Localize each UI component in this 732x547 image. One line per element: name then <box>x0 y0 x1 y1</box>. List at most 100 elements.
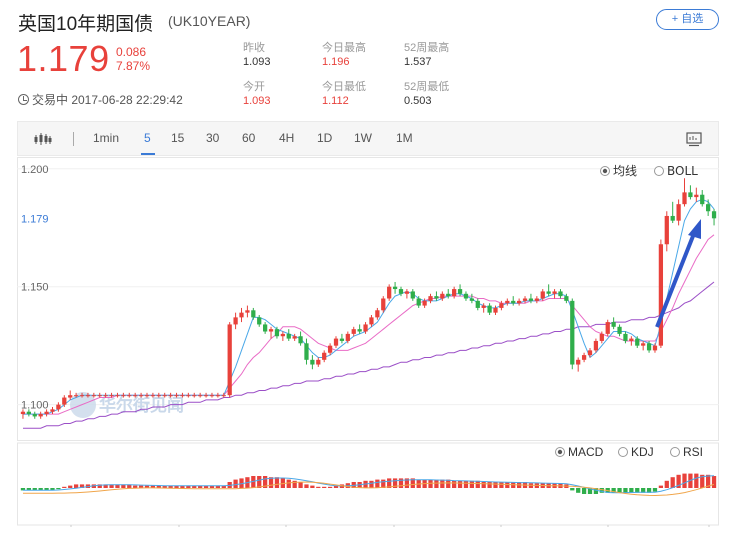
candle <box>641 340 646 351</box>
radio-dot-icon <box>557 449 563 455</box>
candle-body <box>646 343 652 351</box>
candle-body <box>56 404 61 410</box>
candle-body <box>682 192 687 205</box>
candle <box>428 293 433 304</box>
indicator-option-kdj[interactable]: KDJ <box>618 445 654 459</box>
candle-body <box>227 324 232 396</box>
macd-bar <box>711 476 717 488</box>
macd-bar <box>682 473 687 488</box>
candle <box>322 350 327 363</box>
instrument-code: (UK10YEAR) <box>168 13 251 29</box>
last-price: 1.179 <box>17 38 110 79</box>
candle-body <box>475 300 480 308</box>
candle <box>257 315 262 327</box>
candle-body <box>310 359 315 365</box>
macd-bar <box>298 482 303 488</box>
candle-body <box>676 204 681 221</box>
candle-body <box>599 333 604 341</box>
candle <box>68 390 73 400</box>
toolbar-divider <box>73 132 74 146</box>
period-tab-30[interactable]: 30 <box>206 131 219 145</box>
stat-value: 1.093 <box>243 95 271 107</box>
overlay-option-boll[interactable]: BOLL <box>654 164 699 178</box>
macd-bar <box>62 486 67 488</box>
period-tab-4h[interactable]: 4H <box>279 131 294 145</box>
candle-body <box>487 305 492 313</box>
candle <box>298 331 303 346</box>
period-tab-1min[interactable]: 1min <box>93 131 119 145</box>
indicator-option-macd[interactable]: MACD <box>555 445 604 459</box>
y-tick-label: 1.200 <box>21 164 49 176</box>
candle-body <box>115 395 120 397</box>
stat-open: 今开 1.093 <box>243 80 271 108</box>
overlay-option-label: BOLL <box>667 164 698 178</box>
price-change-pct: 7.87% <box>116 59 151 73</box>
radio-dot-icon <box>602 168 608 174</box>
candle-body <box>156 395 161 397</box>
candle <box>605 319 610 337</box>
macd-bar <box>475 480 480 488</box>
candle-body <box>103 395 108 397</box>
period-tab-1w[interactable]: 1W <box>354 131 372 145</box>
candle <box>452 286 457 299</box>
candle-body <box>593 340 599 351</box>
stat-value: 1.093 <box>243 56 271 68</box>
candle-body <box>304 343 309 360</box>
period-tab-60[interactable]: 60 <box>242 131 255 145</box>
candle-body <box>511 300 516 304</box>
candle-body <box>79 395 85 397</box>
candle-body <box>398 289 404 294</box>
candle <box>682 178 687 207</box>
candle-body <box>499 303 504 308</box>
candle <box>558 289 563 299</box>
period-tab-15[interactable]: 15 <box>171 131 184 145</box>
candle <box>658 239 664 349</box>
candle-body <box>387 286 392 299</box>
candle-body <box>20 411 26 415</box>
candle-body <box>564 296 569 301</box>
candle <box>664 211 669 252</box>
candle <box>475 298 480 311</box>
macd-bar <box>658 485 664 488</box>
stat-day-high: 今日最高 1.196 <box>322 41 366 69</box>
candle-body <box>516 300 522 304</box>
candle <box>333 336 339 349</box>
candlestick-type-icon[interactable] <box>34 132 52 146</box>
candle-body <box>68 395 73 398</box>
macd-bar <box>499 482 504 488</box>
add-watchlist-button[interactable]: + 自选 <box>656 9 719 30</box>
period-tab-5[interactable]: 5 <box>144 131 151 145</box>
candle <box>706 199 711 216</box>
candle <box>711 208 717 226</box>
candle-body <box>50 409 55 412</box>
candle-body <box>351 329 356 334</box>
macd-bar <box>133 485 138 488</box>
macd-dif-line <box>23 475 715 494</box>
overlay-option-ma[interactable]: 均线 <box>600 164 638 178</box>
candle-body <box>257 317 262 325</box>
candle-body <box>138 395 144 397</box>
price-change: 0.086 <box>116 45 147 59</box>
candle-body <box>286 333 291 339</box>
y-tick-label: 1.100 <box>21 400 49 412</box>
period-tab-1m[interactable]: 1M <box>396 131 413 145</box>
candle-body <box>522 298 528 301</box>
candle-body <box>239 312 244 318</box>
candle-body <box>292 336 297 339</box>
candle-body <box>700 194 705 205</box>
indicator-option-label: KDJ <box>631 445 654 459</box>
stat-value: 1.112 <box>322 95 349 107</box>
candle-body <box>404 291 410 294</box>
candle <box>516 298 522 306</box>
candle-body <box>85 395 91 397</box>
indicator-option-rsi[interactable]: RSI <box>670 445 704 459</box>
macd-bar <box>581 488 587 494</box>
macd-bar <box>440 479 445 488</box>
stat-day-low: 今日最低 1.112 <box>322 80 366 108</box>
candle-body <box>392 286 398 290</box>
period-tab-1d[interactable]: 1D <box>317 131 332 145</box>
price-chart[interactable]: 1.200 1.150 1.100 1.179 华尔街见闻 均线 BOLL MACD KDJ RS… <box>17 157 719 527</box>
candle-body <box>121 395 126 397</box>
fullscreen-icon[interactable] <box>686 132 702 147</box>
candle-body <box>440 293 445 299</box>
